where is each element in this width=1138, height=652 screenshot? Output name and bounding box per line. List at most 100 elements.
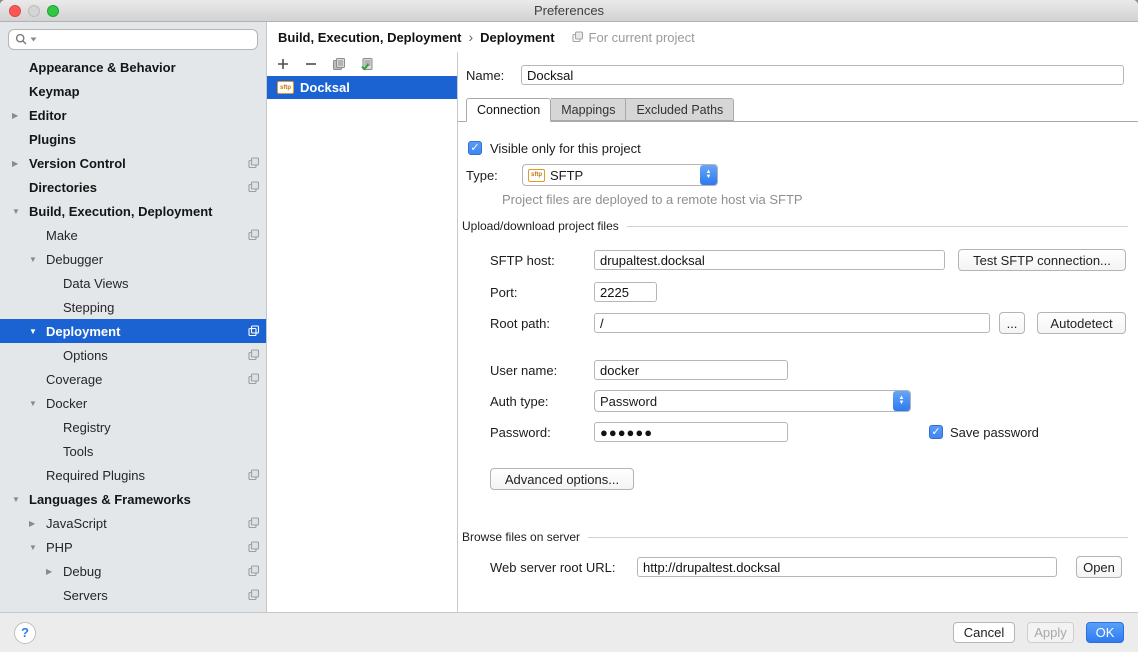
- per-project-icon: [248, 469, 260, 481]
- help-button[interactable]: ?: [14, 622, 36, 644]
- server-list: sftpDocksal: [267, 76, 457, 99]
- per-project-icon: [572, 31, 584, 43]
- per-project-icon: [248, 373, 260, 385]
- ok-button[interactable]: OK: [1086, 622, 1124, 643]
- remove-icon[interactable]: [303, 56, 319, 72]
- open-button[interactable]: Open: [1076, 556, 1122, 578]
- sidebar-item-label: Servers: [63, 588, 108, 603]
- auth-type-select[interactable]: Password ▲▼: [594, 390, 911, 412]
- sidebar-item-label: Version Control: [29, 156, 126, 171]
- auth-type-value: Password: [600, 394, 657, 409]
- sidebar-item-deployment[interactable]: ▼Deployment: [0, 319, 266, 343]
- add-icon[interactable]: [275, 56, 291, 72]
- password-label: Password:: [490, 425, 594, 440]
- sidebar-item-data-views[interactable]: Data Views: [0, 271, 266, 295]
- chevron-right-icon[interactable]: ▶: [12, 159, 29, 168]
- per-project-icon: [248, 565, 260, 577]
- chevron-down-icon[interactable]: ▼: [12, 495, 29, 504]
- settings-search[interactable]: [8, 29, 258, 50]
- server-list-panel: sftpDocksal: [267, 52, 458, 612]
- breadcrumb-page: Deployment: [480, 30, 554, 45]
- sidebar-item-registry[interactable]: Registry: [0, 415, 266, 439]
- sidebar-item-build-execution-deployment[interactable]: ▼Build, Execution, Deployment: [0, 199, 266, 223]
- settings-sidebar: Appearance & BehaviorKeymap▶EditorPlugin…: [0, 22, 267, 612]
- browse-root-path-button[interactable]: ...: [999, 312, 1025, 334]
- user-name-input[interactable]: [594, 360, 788, 380]
- zoom-window-icon[interactable]: [47, 5, 59, 17]
- sidebar-item-docker[interactable]: ▼Docker: [0, 391, 266, 415]
- sidebar-item-directories[interactable]: Directories: [0, 175, 266, 199]
- breadcrumb-category[interactable]: Build, Execution, Deployment: [278, 30, 461, 45]
- chevron-right-icon[interactable]: ▶: [29, 519, 46, 528]
- sidebar-item-keymap[interactable]: Keymap: [0, 79, 266, 103]
- chevron-right-icon[interactable]: ▶: [46, 567, 63, 576]
- sidebar-item-plugins[interactable]: Plugins: [0, 127, 266, 151]
- breadcrumb-separator-icon: ›: [468, 29, 473, 45]
- chevron-down-icon[interactable]: ▼: [29, 255, 46, 264]
- chevron-down-icon[interactable]: ▼: [29, 543, 46, 552]
- sidebar-item-php[interactable]: ▼PHP: [0, 535, 266, 559]
- cancel-button[interactable]: Cancel: [953, 622, 1015, 643]
- minimize-window-icon: [28, 5, 40, 17]
- web-root-label: Web server root URL:: [490, 560, 637, 575]
- autodetect-button[interactable]: Autodetect: [1037, 312, 1126, 334]
- save-password-checkbox[interactable]: ✓: [929, 425, 943, 439]
- chevron-down-icon[interactable]: ▼: [12, 207, 29, 216]
- root-path-label: Root path:: [490, 316, 594, 331]
- per-project-icon: [248, 181, 260, 193]
- sidebar-item-stepping[interactable]: Stepping: [0, 295, 266, 319]
- search-input[interactable]: [39, 31, 251, 48]
- advanced-options-button[interactable]: Advanced options...: [490, 468, 634, 490]
- use-as-default-icon[interactable]: [359, 56, 375, 72]
- copy-icon[interactable]: [331, 56, 347, 72]
- type-select[interactable]: sftp SFTP ▲▼: [522, 164, 718, 186]
- server-item-docksal[interactable]: sftpDocksal: [267, 76, 457, 99]
- sidebar-item-tools[interactable]: Tools: [0, 439, 266, 463]
- type-hint: Project files are deployed to a remote h…: [502, 192, 803, 207]
- sidebar-item-make[interactable]: Make: [0, 223, 266, 247]
- port-input[interactable]: [594, 282, 657, 302]
- sidebar-item-label: JavaScript: [46, 516, 107, 531]
- sidebar-item-debug[interactable]: ▶Debug: [0, 559, 266, 583]
- chevron-up-down-icon: ▲▼: [893, 391, 910, 411]
- title-bar: Preferences: [0, 0, 1138, 22]
- root-path-input[interactable]: [594, 313, 990, 333]
- tab-connection[interactable]: Connection: [466, 98, 551, 122]
- browse-section-title: Browse files on server: [462, 530, 580, 544]
- sidebar-item-languages-frameworks[interactable]: ▼Languages & Frameworks: [0, 487, 266, 511]
- deployment-form: Name: ConnectionMappingsExcluded Paths ✓…: [458, 52, 1138, 612]
- sidebar-item-label: Plugins: [29, 132, 76, 147]
- per-project-icon: [248, 589, 260, 601]
- visible-only-checkbox[interactable]: ✓: [468, 141, 482, 155]
- browse-section-header: Browse files on server: [462, 529, 1128, 545]
- sidebar-item-label: Editor: [29, 108, 67, 123]
- sidebar-item-editor[interactable]: ▶Editor: [0, 103, 266, 127]
- sidebar-item-servers[interactable]: Servers: [0, 583, 266, 607]
- chevron-right-icon[interactable]: ▶: [12, 111, 29, 120]
- sidebar-item-coverage[interactable]: Coverage: [0, 367, 266, 391]
- sidebar-item-label: Directories: [29, 180, 97, 195]
- chevron-down-icon[interactable]: ▼: [29, 399, 46, 408]
- server-item-label: Docksal: [300, 80, 350, 95]
- tab-mappings[interactable]: Mappings: [551, 98, 626, 121]
- section-rule: [627, 226, 1128, 227]
- sidebar-item-appearance-behavior[interactable]: Appearance & Behavior: [0, 55, 266, 79]
- close-window-icon[interactable]: [9, 5, 21, 17]
- sidebar-item-debugger[interactable]: ▼Debugger: [0, 247, 266, 271]
- tab-excluded-paths[interactable]: Excluded Paths: [626, 98, 734, 121]
- web-root-input[interactable]: [637, 557, 1057, 577]
- window-title: Preferences: [0, 3, 1138, 18]
- password-input[interactable]: [594, 422, 788, 442]
- search-scope-chevron-icon[interactable]: [30, 37, 37, 42]
- sidebar-item-label: Data Views: [63, 276, 129, 291]
- sidebar-item-required-plugins[interactable]: Required Plugins: [0, 463, 266, 487]
- name-input[interactable]: [521, 65, 1124, 85]
- sidebar-item-javascript[interactable]: ▶JavaScript: [0, 511, 266, 535]
- sidebar-item-version-control[interactable]: ▶Version Control: [0, 151, 266, 175]
- chevron-down-icon[interactable]: ▼: [29, 327, 46, 336]
- per-project-icon: [248, 517, 260, 529]
- save-password-label: Save password: [950, 425, 1039, 440]
- sidebar-item-options[interactable]: Options: [0, 343, 266, 367]
- test-sftp-connection-button[interactable]: Test SFTP connection...: [958, 249, 1126, 271]
- sftp-host-input[interactable]: [594, 250, 945, 270]
